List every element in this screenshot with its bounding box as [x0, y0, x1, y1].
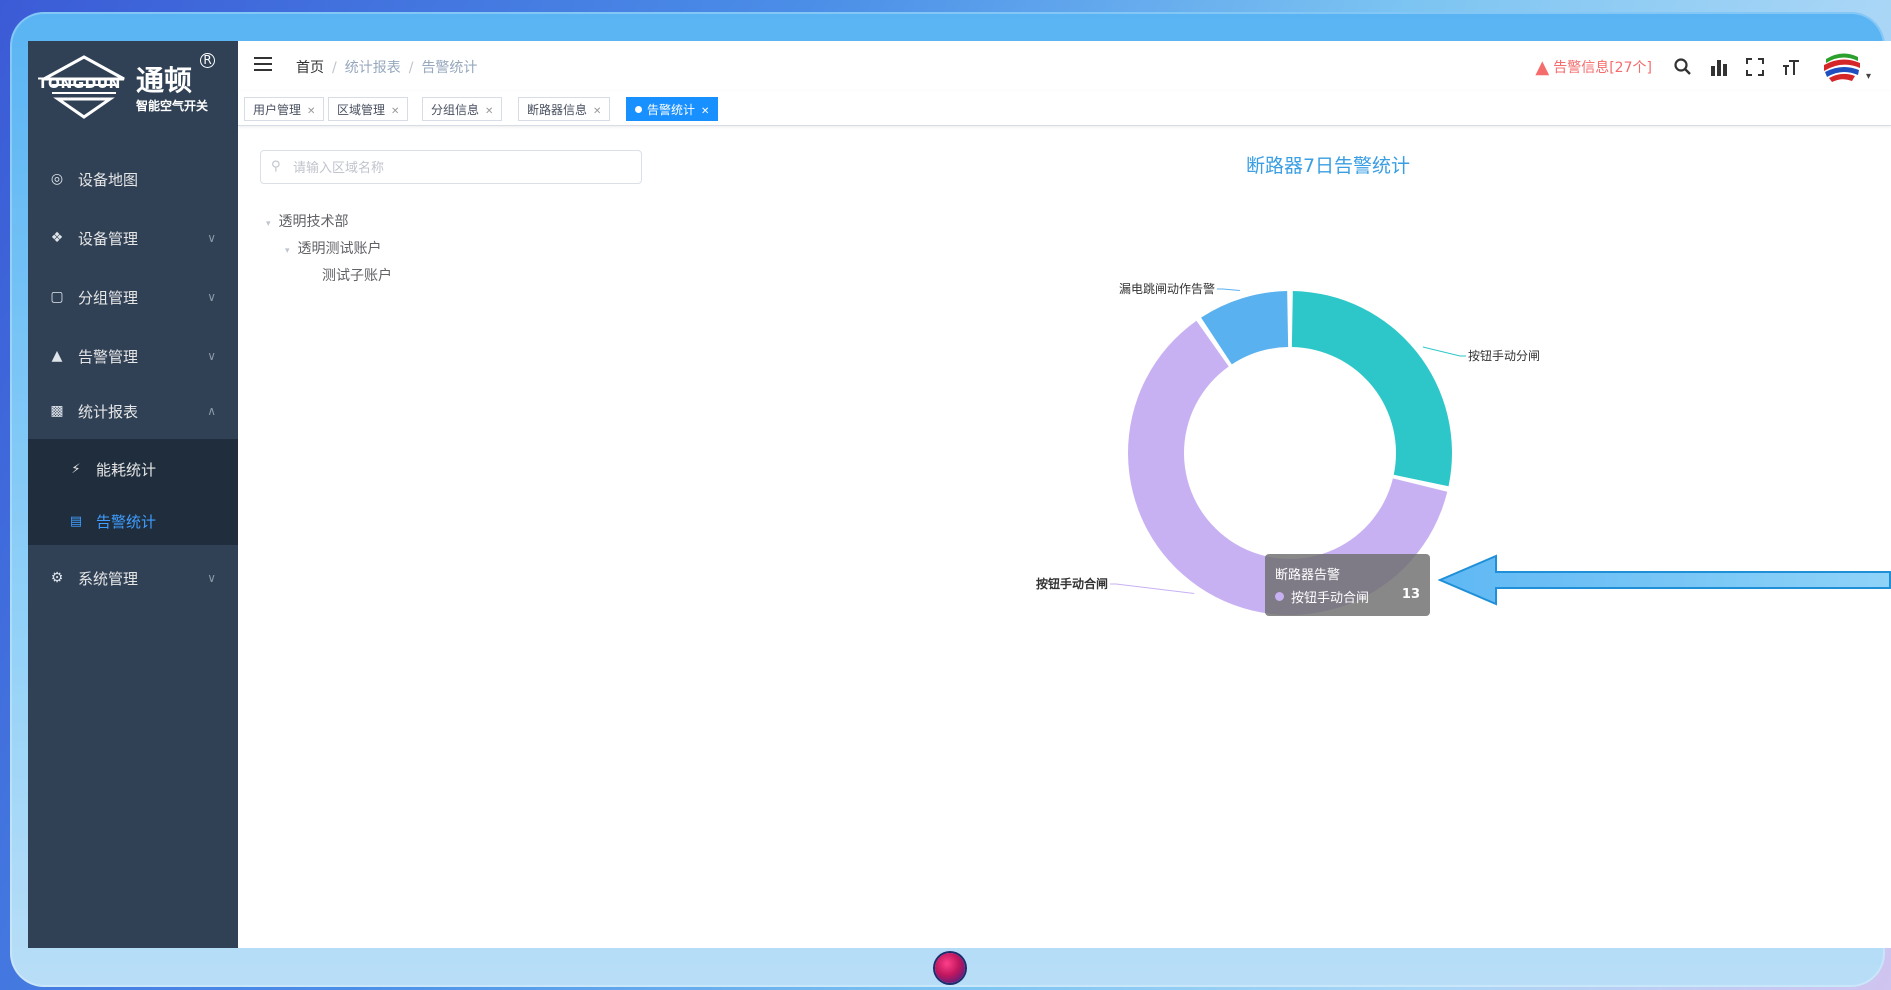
sidebar-subitem-label: 告警统计	[96, 512, 157, 531]
sidebar-item-group-manage[interactable]: ▢ 分组管理 ∨	[28, 269, 238, 325]
alarm-icon: ▲	[51, 348, 63, 364]
slice-label: 漏电跳闸动作告警	[1119, 281, 1215, 296]
tag-user-manage[interactable]: 用户管理 ✕	[244, 97, 325, 121]
sidebar: TONGDUN 通顿 R 智能空气开关 ◎ 设备地图 ❖ 设备管理 ∨ ▢ 分组…	[28, 41, 238, 948]
tree-node-subaccount[interactable]: 测试子账户	[322, 265, 392, 285]
breadcrumb-item: 统计报表	[344, 60, 401, 76]
sidebar-item-alarm-manage[interactable]: ▲ 告警管理 ∨	[28, 328, 238, 384]
tooltip-value: 13	[1401, 587, 1420, 602]
tag-label: 分组信息	[431, 103, 480, 117]
sidebar-item-label: 分组管理	[78, 288, 139, 307]
label-leader-line	[1110, 583, 1195, 594]
tooltip-title: 断路器告警	[1275, 568, 1341, 583]
sidebar-item-statistics[interactable]: ▩ 统计报表 ∧	[28, 383, 238, 439]
close-icon[interactable]: ✕	[701, 106, 709, 117]
tree-node-label: 测试子账户	[322, 268, 392, 284]
slice-label: 按钮手动分闸	[1468, 348, 1540, 363]
tooltip-swatch	[1275, 592, 1284, 601]
tag-group-info[interactable]: 分组信息 ✕	[422, 97, 503, 121]
breadcrumb: 首页 / 统计报表 / 告警统计	[296, 57, 477, 77]
bar-chart-icon[interactable]	[1706, 54, 1732, 80]
tag-breaker-info[interactable]: 断路器信息 ✕	[518, 97, 611, 121]
breadcrumb-separator: /	[332, 60, 337, 76]
search-icon[interactable]	[1670, 54, 1696, 80]
search-icon: ⚲	[271, 159, 281, 174]
avatar[interactable]	[1820, 45, 1864, 89]
sidebar-item-label: 统计报表	[78, 402, 139, 421]
home-button[interactable]	[935, 953, 965, 983]
area-search: ⚲	[260, 150, 642, 184]
caret-down-icon[interactable]: ▾	[285, 246, 290, 256]
callout-arrow-icon	[1438, 554, 1891, 606]
hamburger-icon[interactable]	[254, 57, 272, 73]
tree-node-dept[interactable]: ▾ 透明技术部	[266, 211, 349, 231]
chart-title: 断路器7日告警统计	[1245, 155, 1411, 177]
chevron-down-icon: ∨	[207, 571, 216, 585]
alarm-info-link[interactable]: 告警信息[27个]	[1553, 57, 1652, 77]
tree-node-label: 透明测试账户	[297, 241, 382, 257]
registered-mark: R	[200, 53, 215, 68]
breadcrumb-home[interactable]: 首页	[296, 60, 324, 76]
sidebar-item-device-map[interactable]: ◎ 设备地图	[28, 151, 238, 207]
gear-icon: ⚙	[50, 570, 64, 586]
sidebar-item-label: 告警管理	[78, 347, 139, 366]
sidebar-item-label: 设备管理	[78, 229, 139, 248]
caret-down-icon[interactable]: ▾	[266, 219, 271, 229]
label-leader-line	[1422, 346, 1466, 357]
logo-text-cn: 通顿	[136, 64, 193, 97]
label-leader-line	[1217, 288, 1240, 292]
sidebar-subitem-alarm-stats[interactable]: ▤ 告警统计	[28, 496, 238, 546]
font-size-icon[interactable]	[1778, 54, 1804, 80]
logo: TONGDUN 通顿 R 智能空气开关	[28, 41, 238, 131]
breadcrumb-separator: /	[408, 60, 414, 76]
tag-label: 用户管理	[253, 103, 302, 117]
chart-icon: ▩	[50, 403, 64, 419]
group-icon: ▢	[50, 289, 64, 305]
chevron-down-icon: ∨	[207, 349, 216, 363]
fullscreen-icon[interactable]	[1742, 54, 1768, 80]
sidebar-subitem-energy[interactable]: ⚡ 能耗统计	[28, 444, 238, 494]
pie-slice[interactable]	[1291, 291, 1452, 487]
breadcrumb-current: 告警统计	[421, 60, 478, 76]
close-icon[interactable]: ✕	[485, 106, 493, 117]
dropdown-caret-icon[interactable]: ▾	[1866, 71, 1871, 82]
chevron-up-icon: ∧	[207, 404, 216, 418]
active-dot-icon	[635, 106, 642, 113]
close-icon[interactable]: ✕	[391, 106, 399, 117]
app-screen: TONGDUN 通顿 R 智能空气开关 ◎ 设备地图 ❖ 设备管理 ∨ ▢ 分组…	[28, 41, 1891, 948]
tag-label: 断路器信息	[527, 103, 588, 117]
sidebar-item-system[interactable]: ⚙ 系统管理 ∨	[28, 550, 238, 606]
slice-label: 按钮手动合闸	[1036, 576, 1108, 591]
chevron-down-icon: ∨	[207, 290, 216, 304]
tooltip-name: 按钮手动合闸	[1291, 591, 1370, 606]
logo-subtitle: 智能空气开关	[136, 99, 209, 113]
sidebar-item-label: 系统管理	[78, 569, 139, 588]
area-search-input[interactable]	[291, 157, 625, 179]
tag-label: 区域管理	[337, 103, 386, 117]
sidebar-item-label: 设备地图	[78, 170, 139, 189]
navbar: 首页 / 统计报表 / 告警统计 ▲ 告警信息[27个] ▾	[238, 41, 1891, 91]
chart-tooltip: 断路器告警 按钮手动合闸 13	[1265, 554, 1430, 616]
sidebar-item-device-manage[interactable]: ❖ 设备管理 ∨	[28, 210, 238, 266]
chevron-down-icon: ∨	[207, 231, 216, 245]
alarm-bell-icon[interactable]: ▲	[1535, 57, 1549, 78]
tree-node-label: 透明技术部	[278, 214, 349, 230]
bolt-icon: ⚡	[71, 461, 81, 477]
tag-alarm-stats[interactable]: 告警统计 ✕	[626, 97, 719, 121]
sidebar-subitem-label: 能耗统计	[96, 460, 157, 479]
map-pin-icon: ◎	[50, 171, 64, 187]
close-icon[interactable]: ✕	[593, 106, 601, 117]
tag-area-manage[interactable]: 区域管理 ✕	[328, 97, 409, 121]
tag-label: 告警统计	[647, 103, 696, 117]
right-toolbar: ▲ 告警信息[27个] ▾	[1535, 47, 1871, 87]
tree-node-account[interactable]: ▾ 透明测试账户	[285, 238, 382, 258]
close-icon[interactable]: ✕	[307, 106, 315, 117]
report-icon: ▤	[69, 513, 83, 529]
logo-text-en: TONGDUN	[38, 76, 121, 92]
tags-view: 用户管理 ✕ 区域管理 ✕ 分组信息 ✕ 断路器信息 ✕ 告警统计 ✕	[238, 91, 1891, 126]
device-icon: ❖	[50, 230, 64, 246]
